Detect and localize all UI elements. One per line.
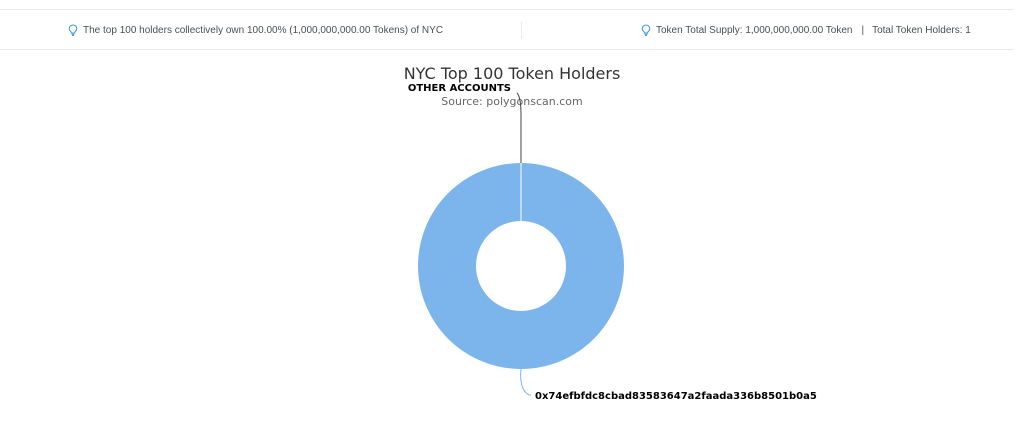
label-connector	[516, 92, 522, 163]
slice-label: OTHER ACCOUNTS	[408, 83, 511, 94]
slice-label: 0x74efbfdc8cbad83583647a2faada336b8501b0…	[535, 391, 817, 402]
donut-chart: 0x74efbfdc8cbad83583647a2faada336b8501b0…	[408, 83, 817, 402]
label-connector	[520, 368, 531, 396]
